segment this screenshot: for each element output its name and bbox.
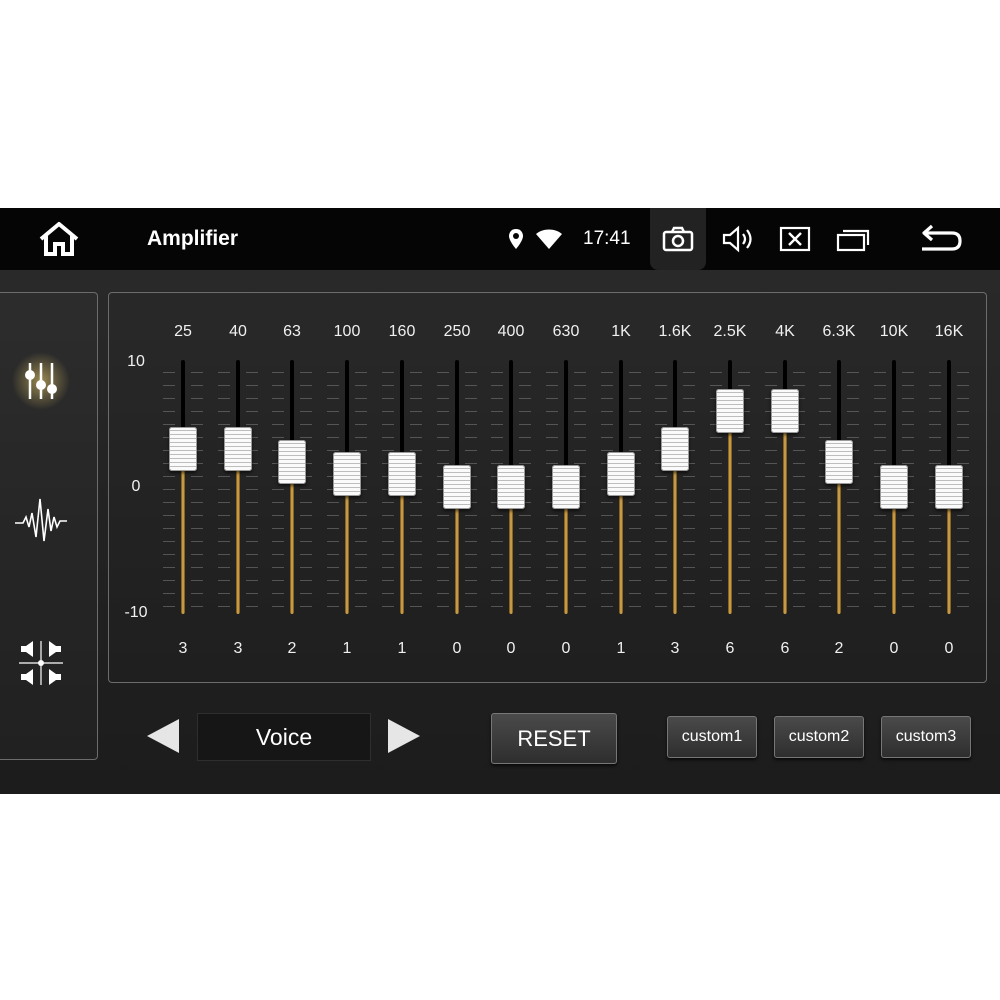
- speaker-balance-icon: [13, 635, 69, 696]
- camera-button[interactable]: [650, 208, 706, 270]
- band-slider-knob[interactable]: [935, 465, 963, 509]
- band-slider-knob[interactable]: [771, 388, 799, 433]
- band-gain-value: 6: [780, 640, 790, 657]
- band-slider-knob[interactable]: [169, 426, 197, 471]
- band-slider-fill: [181, 448, 185, 614]
- scale-label-zero: 0: [131, 478, 141, 495]
- sound-effect-tab[interactable]: [11, 493, 71, 553]
- band-frequency-label: 16K: [934, 323, 964, 340]
- band-frequency-label: 4K: [775, 323, 795, 340]
- band-gain-value: 0: [944, 640, 954, 657]
- band-gain-value: 2: [834, 640, 844, 657]
- band-slider-knob[interactable]: [497, 465, 525, 509]
- back-icon[interactable]: [916, 208, 966, 270]
- band-gain-value: 1: [397, 640, 407, 657]
- previous-preset-button[interactable]: [145, 717, 181, 755]
- band-slider-track[interactable]: [181, 360, 185, 614]
- custom2-button[interactable]: custom2: [774, 716, 864, 758]
- band-slider-knob[interactable]: [388, 452, 416, 497]
- band-slider-track[interactable]: [290, 360, 294, 614]
- band-frequency-label: 2.5K: [713, 323, 747, 340]
- band-gain-value: 6: [725, 640, 735, 657]
- band-slider-knob[interactable]: [552, 465, 580, 509]
- custom3-button[interactable]: custom3: [881, 716, 971, 758]
- custom1-button[interactable]: custom1: [667, 716, 757, 758]
- band-slider-track[interactable]: [673, 360, 677, 614]
- band-gain-value: 1: [342, 640, 352, 657]
- scale-label-min: -10: [124, 604, 148, 621]
- equalizer-sliders-icon: [11, 351, 71, 416]
- band-slider-fill: [837, 461, 841, 614]
- equalizer-tab[interactable]: [11, 351, 71, 416]
- band-frequency-label: 160: [388, 323, 416, 340]
- band-gain-value: 2: [287, 640, 297, 657]
- band-slider-knob[interactable]: [333, 452, 361, 497]
- band-slider-knob[interactable]: [443, 465, 471, 509]
- band-slider-knob[interactable]: [716, 388, 744, 433]
- band-frequency-label: 63: [283, 323, 301, 340]
- band-frequency-label: 400: [497, 323, 525, 340]
- band-slider-knob[interactable]: [661, 426, 689, 471]
- arrow-left-icon: [147, 719, 179, 753]
- side-menu: [0, 292, 98, 760]
- home-icon[interactable]: [34, 208, 84, 270]
- band-gain-value: 0: [506, 640, 516, 657]
- page-title: Amplifier: [147, 227, 239, 250]
- volume-icon[interactable]: [718, 208, 758, 270]
- amplifier-screen: Amplifier 17:41 10 0 -10 25 3 40 3 63 2 …: [0, 208, 1000, 794]
- next-preset-button[interactable]: [386, 717, 422, 755]
- band-gain-value: 3: [178, 640, 188, 657]
- band-slider-fill: [673, 448, 677, 614]
- band-slider-fill: [728, 410, 732, 614]
- band-frequency-label: 25: [174, 323, 192, 340]
- band-slider-knob[interactable]: [607, 452, 635, 497]
- band-slider-fill: [290, 461, 294, 614]
- location-icon: [506, 208, 526, 270]
- band-gain-value: 3: [670, 640, 680, 657]
- band-gain-value: 0: [452, 640, 462, 657]
- band-frequency-label: 1K: [611, 323, 631, 340]
- band-gain-value: 0: [889, 640, 899, 657]
- reset-button[interactable]: RESET: [491, 713, 617, 764]
- band-slider-knob[interactable]: [880, 465, 908, 509]
- waveform-icon: [13, 493, 69, 554]
- band-frequency-label: 250: [443, 323, 471, 340]
- band-slider-knob[interactable]: [278, 439, 306, 484]
- wifi-icon: [534, 208, 564, 270]
- band-slider-fill: [236, 448, 240, 614]
- arrow-right-icon: [388, 719, 420, 753]
- band-gain-value: 1: [616, 640, 626, 657]
- band-frequency-label: 10K: [879, 323, 909, 340]
- band-slider-knob[interactable]: [224, 426, 252, 471]
- band-slider-knob[interactable]: [825, 439, 853, 484]
- band-slider-track[interactable]: [236, 360, 240, 614]
- band-gain-value: 3: [233, 640, 243, 657]
- close-window-icon[interactable]: [776, 208, 814, 270]
- band-frequency-label: 100: [333, 323, 361, 340]
- status-bar: Amplifier 17:41: [0, 208, 1000, 270]
- band-frequency-label: 6.3K: [822, 323, 856, 340]
- recent-apps-icon[interactable]: [834, 208, 874, 270]
- band-slider-fill: [783, 410, 787, 614]
- clock: 17:41: [583, 228, 631, 249]
- balance-tab[interactable]: [11, 635, 71, 695]
- preset-name: Voice: [197, 713, 371, 761]
- camera-icon: [650, 208, 706, 270]
- scale-label-max: 10: [127, 353, 145, 370]
- band-frequency-label: 40: [229, 323, 247, 340]
- band-gain-value: 0: [561, 640, 571, 657]
- band-slider-track[interactable]: [837, 360, 841, 614]
- band-frequency-label: 1.6K: [658, 323, 692, 340]
- band-frequency-label: 630: [552, 323, 580, 340]
